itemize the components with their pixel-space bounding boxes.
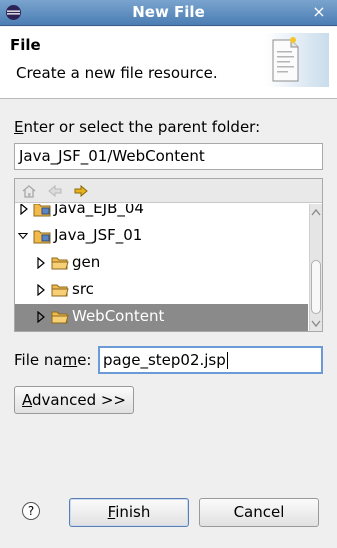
expand-icon[interactable] [19, 204, 29, 215]
file-name-value: page_step02.jsp [103, 351, 226, 369]
page-description: Create a new file resource. [16, 64, 218, 82]
folder-icon [51, 311, 69, 324]
scroll-up-icon[interactable] [310, 207, 322, 219]
file-name-input[interactable]: page_step02.jsp [98, 346, 323, 374]
title-bar: New File × [0, 0, 337, 26]
new-file-wizard-icon [265, 33, 329, 87]
page-title: File [10, 36, 41, 54]
scroll-down-icon[interactable] [310, 317, 322, 329]
expand-icon[interactable] [36, 284, 46, 296]
close-icon[interactable]: × [309, 2, 329, 22]
cancel-button[interactable]: Cancel [199, 498, 319, 527]
back-arrow-icon[interactable] [47, 183, 63, 199]
folder-tree: Java_EJB_04 Java_JSF_01 gen src WebConte… [14, 178, 323, 332]
project-icon [33, 230, 51, 244]
wizard-header: File Create a new file resource. [0, 27, 337, 99]
window-title: New File [132, 3, 205, 21]
finish-button[interactable]: Finish [69, 498, 189, 527]
collapse-icon[interactable] [18, 230, 28, 242]
project-icon [33, 204, 51, 217]
tree-item-java-ejb-04[interactable]: Java_EJB_04 [15, 204, 308, 223]
parent-folder-label: Enter or select the parent folder: [14, 118, 261, 136]
file-name-label: File name: [14, 351, 92, 369]
tree-item-src[interactable]: src [15, 277, 308, 304]
tree-item-java-jsf-01[interactable]: Java_JSF_01 [15, 223, 308, 250]
scrollbar-thumb[interactable] [311, 260, 321, 314]
expand-icon[interactable] [36, 311, 46, 323]
folder-icon [51, 257, 69, 270]
tree-item-webcontent[interactable]: WebContent [15, 304, 308, 331]
home-icon[interactable] [21, 183, 37, 199]
text-caret [226, 352, 228, 369]
folder-icon [51, 284, 69, 297]
advanced-button[interactable]: Advanced >> [14, 386, 134, 414]
forward-arrow-icon[interactable] [73, 183, 89, 199]
tree-scrollbar[interactable] [309, 204, 322, 331]
tree-toolbar [15, 179, 322, 203]
help-icon[interactable]: ? [22, 502, 40, 520]
parent-folder-input[interactable]: Java_JSF_01/WebContent [14, 143, 323, 170]
tree-list: Java_EJB_04 Java_JSF_01 gen src WebConte… [15, 204, 308, 331]
tree-item-gen[interactable]: gen [15, 250, 308, 277]
expand-icon[interactable] [36, 257, 46, 269]
